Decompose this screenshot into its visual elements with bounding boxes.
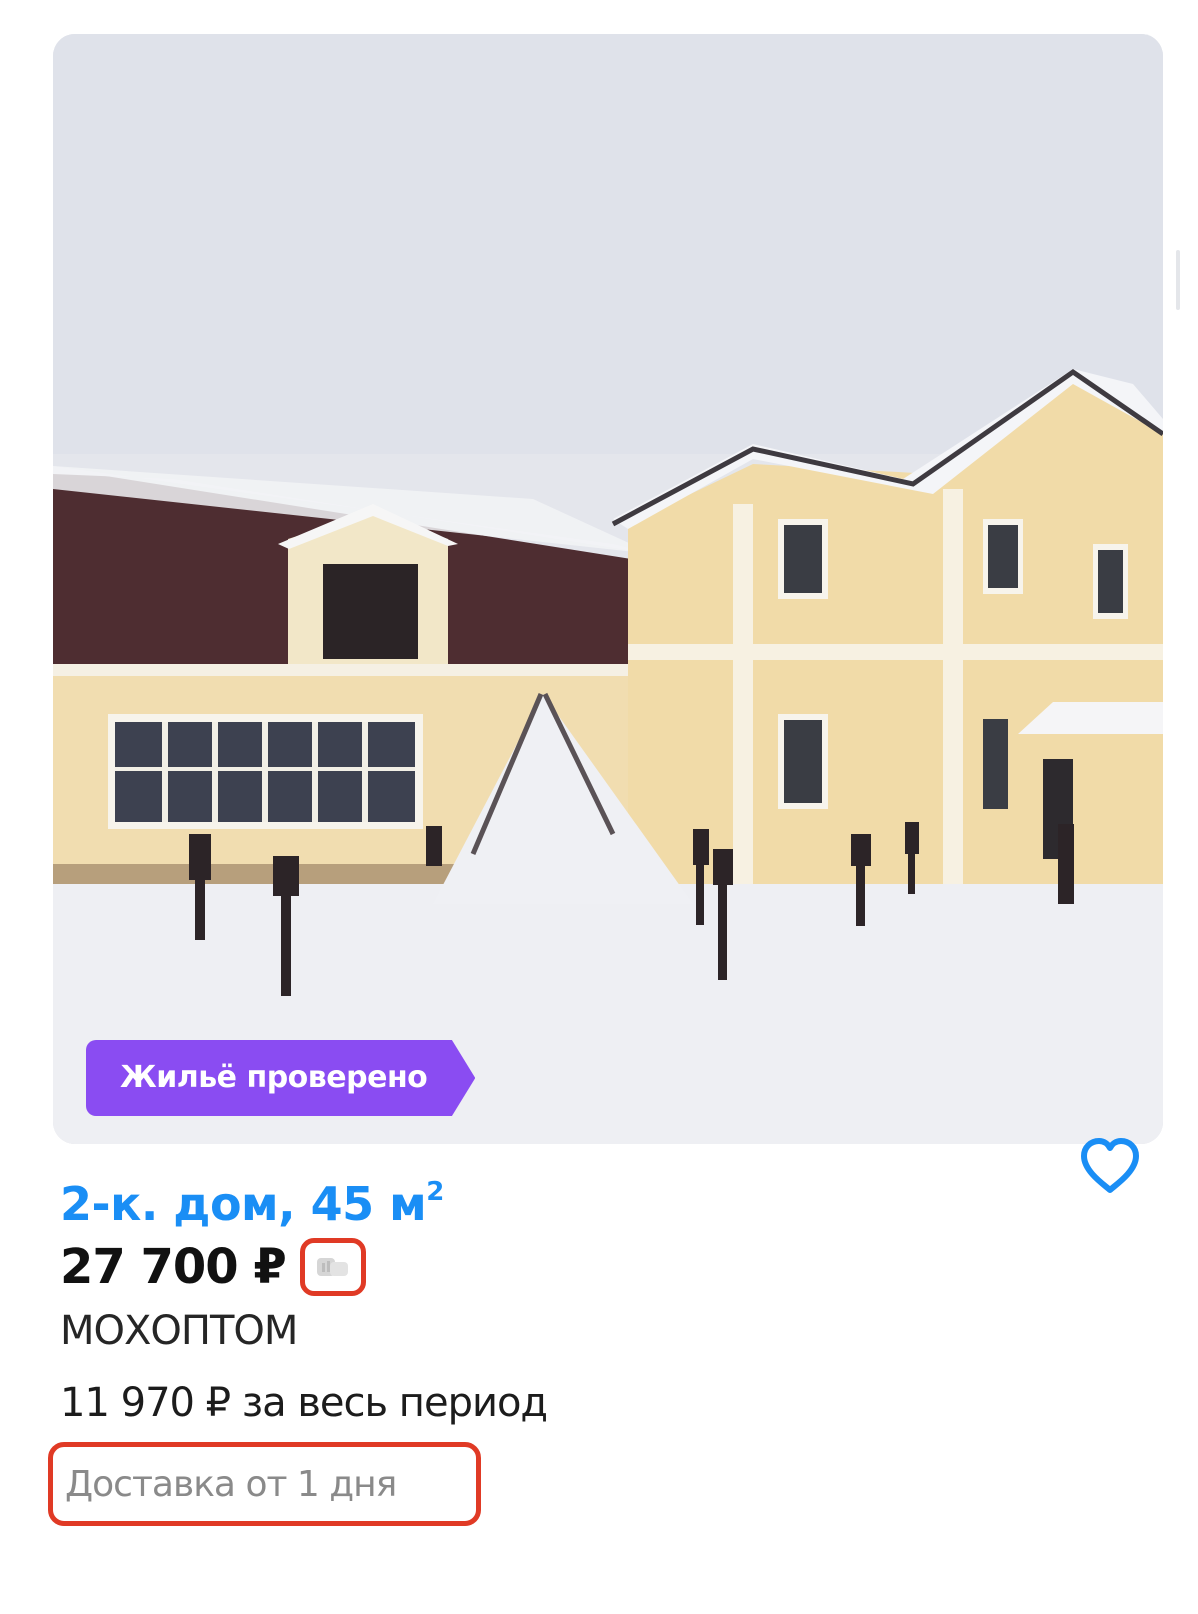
delivery-text: Доставка от 1 дня	[65, 1463, 397, 1505]
listing-title-sup: 2	[426, 1177, 444, 1207]
next-card-edge	[1176, 250, 1180, 310]
verified-badge: Жильё проверено	[86, 1040, 476, 1116]
listing-title-text[interactable]: 2-к. дом, 45 м	[60, 1177, 427, 1231]
price-row: 27 700 ₽	[60, 1232, 366, 1302]
house-photo-image	[53, 34, 1163, 1144]
listing-photo[interactable]	[53, 34, 1163, 1144]
listing-title[interactable]: 2-к. дом, 45 м2	[60, 1177, 444, 1231]
favorite-heart-icon[interactable]	[1078, 1136, 1142, 1196]
delivery-highlight: Доставка от 1 дня	[48, 1442, 481, 1526]
price-history-icon[interactable]	[299, 1238, 366, 1296]
listing-card[interactable]: Жильё проверено 2-к. дом, 45 м2 27 700 ₽…	[0, 0, 1198, 1614]
total-price: 11 970 ₽ за весь период	[60, 1380, 548, 1426]
seller-name[interactable]: МОХОПТОМ	[60, 1308, 298, 1354]
price: 27 700 ₽	[60, 1239, 287, 1295]
